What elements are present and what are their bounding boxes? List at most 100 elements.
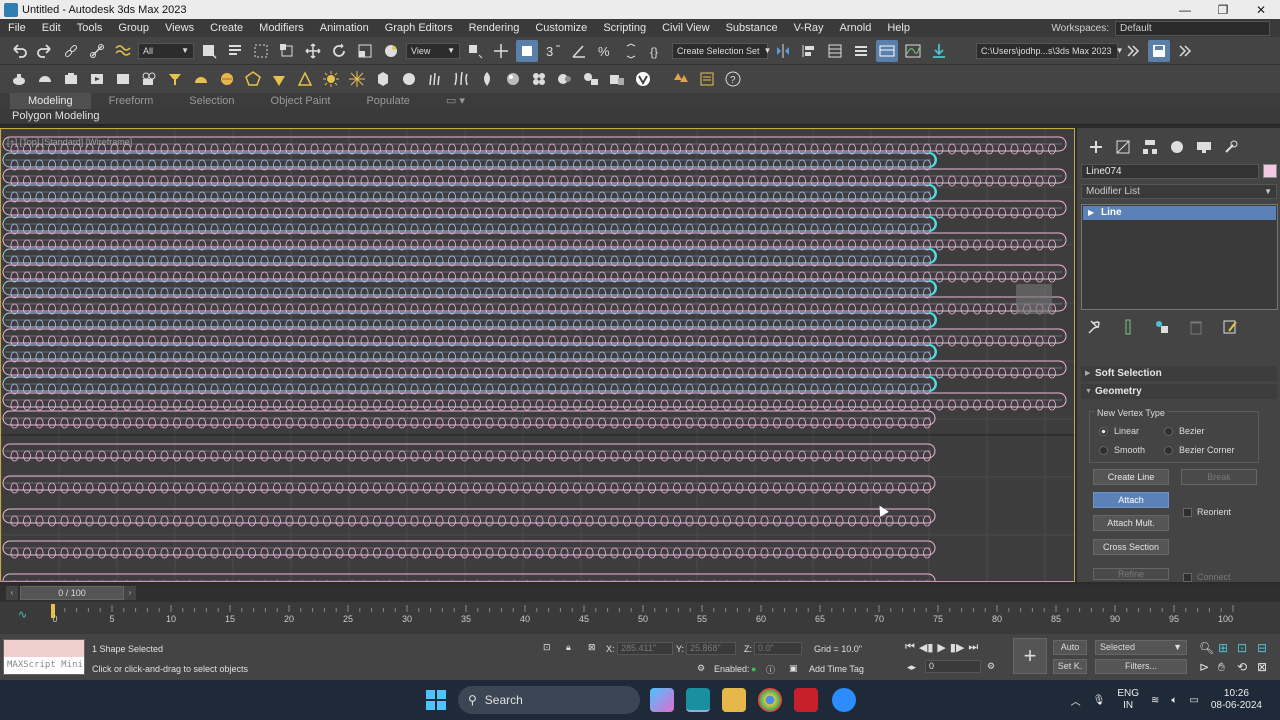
play-icon[interactable]: ▶: [937, 641, 945, 654]
show-end-result-icon[interactable]: [1119, 318, 1137, 336]
maxscript-output[interactable]: [4, 640, 84, 657]
pan-view-icon[interactable]: ✋︎: [1218, 660, 1225, 675]
x-coordinate-field[interactable]: 285.411": [617, 642, 673, 655]
vray-sphere-icon[interactable]: [398, 68, 420, 90]
menu-create[interactable]: Create: [202, 22, 251, 34]
info-icon[interactable]: ⓘ: [766, 663, 775, 676]
menu-tools[interactable]: Tools: [69, 22, 111, 34]
vray-lightmix-icon[interactable]: [554, 68, 576, 90]
wifi-icon[interactable]: ≋: [1151, 695, 1159, 706]
add-time-tag[interactable]: Add Time Tag: [809, 664, 864, 674]
vray-volume-icon[interactable]: [476, 68, 498, 90]
project-folder-select[interactable]: C:\Users\jodhp...s\3ds Max 2023 ▼: [976, 42, 1123, 59]
next-frame-icon[interactable]: ▮▶: [950, 641, 965, 654]
orbit-icon[interactable]: ⟲: [1237, 660, 1247, 674]
angle-snap-icon[interactable]: [568, 40, 590, 62]
rollout-geometry[interactable]: ▼ Geometry: [1081, 384, 1277, 399]
radio-bezier[interactable]: Bezier: [1164, 426, 1205, 436]
move-icon[interactable]: [302, 40, 324, 62]
select-by-name-icon[interactable]: [224, 40, 246, 62]
rotate-icon[interactable]: [328, 40, 350, 62]
object-color-swatch[interactable]: [1263, 164, 1277, 178]
attach-mult-button[interactable]: Attach Mult.: [1093, 515, 1169, 531]
vray-material-sphere-icon[interactable]: [502, 68, 524, 90]
redo-icon[interactable]: [34, 40, 56, 62]
stack-item-line[interactable]: ▶ Line: [1083, 206, 1276, 220]
radio-dot[interactable]: [1164, 445, 1173, 455]
sky-light-icon[interactable]: [346, 68, 368, 90]
time-slider-thumb[interactable]: 0 / 100: [20, 586, 124, 600]
filters-button[interactable]: Filters...: [1095, 659, 1187, 674]
expand-triangle-icon[interactable]: ▶: [1088, 206, 1094, 220]
current-frame-marker[interactable]: [51, 604, 55, 618]
radio-dot[interactable]: [1099, 426, 1108, 436]
chevron-right-icon[interactable]: [1122, 40, 1144, 62]
keyboard-shortcut-override-icon[interactable]: [516, 39, 538, 62]
isolate-selection-icon[interactable]: ⊡: [543, 642, 551, 653]
clock[interactable]: 10:26 08-06-2024: [1211, 688, 1262, 712]
ies-light-icon[interactable]: [268, 68, 290, 90]
windows-start-icon[interactable]: [426, 690, 446, 710]
render-icon[interactable]: [86, 68, 108, 90]
sun-light-icon[interactable]: [320, 68, 342, 90]
modifier-list-dropdown[interactable]: Modifier List ▼: [1081, 184, 1277, 199]
3ds-max-app-icon[interactable]: [686, 688, 710, 712]
scale-icon[interactable]: [354, 40, 376, 62]
zoom-all-icon[interactable]: ⊞: [1218, 641, 1228, 655]
vray-frame-buffer-icon[interactable]: [606, 68, 628, 90]
unlink-icon[interactable]: [86, 40, 108, 62]
layer-explorer-icon[interactable]: [850, 40, 872, 62]
chevron-right-icon-2[interactable]: [1174, 40, 1196, 62]
forest-icon[interactable]: [670, 68, 692, 90]
ambient-light-icon[interactable]: [294, 68, 316, 90]
break-button[interactable]: Break: [1181, 469, 1257, 485]
rollout-soft-selection[interactable]: ▶ Soft Selection: [1081, 366, 1277, 381]
motion-tab-icon[interactable]: [1168, 138, 1186, 156]
enabled-status-icon[interactable]: ●: [751, 664, 756, 674]
menu-views[interactable]: Views: [157, 22, 202, 34]
taskbar-search[interactable]: ⚲ Search: [458, 686, 640, 714]
edit-named-selection-icon[interactable]: {}: [646, 40, 668, 62]
notes-icon[interactable]: [696, 68, 718, 90]
vray-grass-icon[interactable]: [450, 68, 472, 90]
reference-coordinate-select[interactable]: View ▼: [406, 42, 460, 59]
maximize-viewport-icon[interactable]: ⊠: [1257, 660, 1267, 674]
mirror-icon[interactable]: [772, 40, 794, 62]
current-frame-spinner[interactable]: 0: [925, 660, 981, 673]
menu-modifiers[interactable]: Modifiers: [251, 22, 312, 34]
menu-animation[interactable]: Animation: [312, 22, 377, 34]
workspace-select[interactable]: Default: [1115, 20, 1270, 36]
render-setup-icon[interactable]: [34, 68, 56, 90]
tab-freeform[interactable]: Freeform: [91, 93, 172, 109]
make-unique-icon[interactable]: [1153, 318, 1171, 336]
help-icon[interactable]: ?: [722, 68, 744, 90]
volume-icon[interactable]: 🔈︎: [1171, 695, 1177, 706]
battery-icon[interactable]: ▭: [1189, 695, 1198, 706]
object-name-field[interactable]: Line074: [1081, 164, 1259, 179]
minimize-button[interactable]: —: [1166, 0, 1204, 19]
selection-filter-select[interactable]: All ▼: [138, 42, 194, 59]
menu-file[interactable]: File: [0, 22, 34, 34]
modify-tab-icon[interactable]: [1114, 138, 1132, 156]
radio-smooth[interactable]: Smooth: [1099, 445, 1145, 455]
zoom-extents-icon[interactable]: ⊡: [1237, 641, 1247, 655]
pin-stack-icon[interactable]: [1085, 318, 1103, 336]
tray-chevron-up-icon[interactable]: ︿: [1071, 693, 1081, 708]
menu-scripting[interactable]: Scripting: [595, 22, 654, 34]
undo-icon[interactable]: [8, 40, 30, 62]
viewport-label[interactable]: [+] [Top] [Standard] [Wireframe]: [7, 137, 132, 147]
tab-selection[interactable]: Selection: [171, 93, 252, 109]
create-tab-icon[interactable]: [1087, 138, 1105, 156]
percent-snap-icon[interactable]: %: [594, 40, 616, 62]
curve-editor-mini-icon[interactable]: ∿: [18, 609, 27, 621]
menu-arnold[interactable]: Arnold: [832, 22, 880, 34]
link-icon[interactable]: [60, 40, 82, 62]
tab-modeling[interactable]: Modeling: [10, 93, 91, 109]
file-explorer-icon[interactable]: [722, 688, 746, 712]
checkbox-box[interactable]: [1183, 572, 1192, 582]
create-line-button[interactable]: Create Line: [1093, 469, 1169, 485]
maxscript-input[interactable]: MAXScript Mini: [4, 657, 84, 674]
dome-light-icon[interactable]: [190, 68, 212, 90]
time-slider[interactable]: ‹ 0 / 100 ›: [0, 585, 1280, 602]
go-to-start-icon[interactable]: ⏮: [905, 641, 915, 654]
